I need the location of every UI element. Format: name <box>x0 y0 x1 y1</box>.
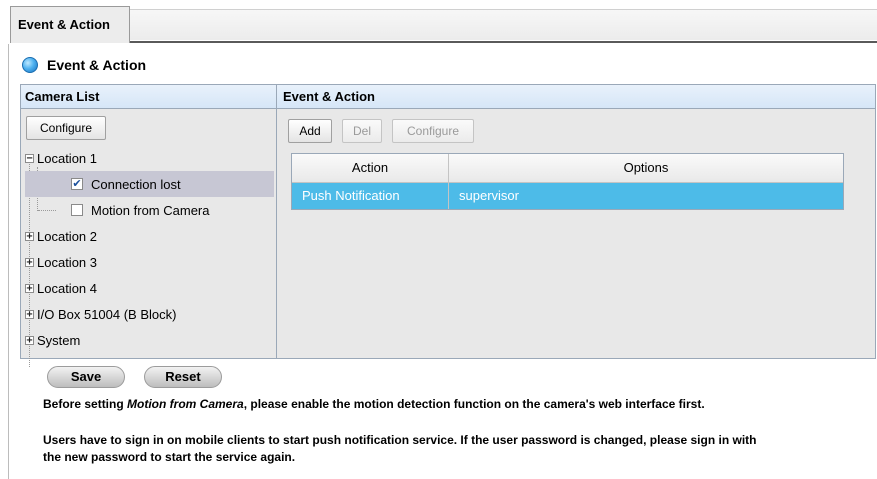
tab-bar: Event & Action <box>0 0 877 44</box>
tree-item-label: I/O Box 51004 (B Block) <box>37 306 177 322</box>
event-action-header: Event & Action <box>277 85 875 109</box>
column-header-action[interactable]: Action <box>292 154 449 182</box>
tree-item-label: Location 1 <box>37 150 97 166</box>
expand-icon[interactable]: + <box>25 231 34 241</box>
tab-event-action[interactable]: Event & Action <box>10 6 130 43</box>
checkbox-checked[interactable]: ✔ <box>71 178 83 190</box>
note-text: Before setting <box>43 397 128 411</box>
save-button[interactable]: Save <box>47 366 125 388</box>
event-configure-button[interactable]: Configure <box>392 119 474 143</box>
event-action-panel: Camera List Event & Action Configure − L… <box>20 84 876 367</box>
event-action-area: Add Del Configure Action Options Push No… <box>277 109 875 358</box>
tree-item-location-3[interactable]: + Location 3 <box>25 249 97 275</box>
tree-item-motion-from-camera[interactable]: Motion from Camera <box>71 197 209 223</box>
section-header: Event & Action <box>22 55 146 75</box>
table-row[interactable]: Push Notification supervisor <box>292 183 843 209</box>
expand-icon[interactable]: + <box>25 309 34 319</box>
camera-list-header: Camera List <box>21 85 277 109</box>
tree-item-location-1[interactable]: − Location 1 <box>25 145 97 171</box>
tree-item-location-4[interactable]: + Location 4 <box>25 275 97 301</box>
tree-item-label: Location 3 <box>37 254 97 270</box>
tree-connector <box>38 210 56 211</box>
checkbox-unchecked[interactable] <box>71 204 83 216</box>
tree-item-system[interactable]: + System <box>25 327 80 353</box>
push-note-line-1: Users have to sign in on mobile clients … <box>43 433 757 447</box>
tree-item-label: Location 4 <box>37 280 97 296</box>
collapse-icon[interactable]: − <box>25 153 34 163</box>
column-header-options[interactable]: Options <box>449 154 843 182</box>
delete-button[interactable]: Del <box>342 119 382 143</box>
tree-item-location-2[interactable]: + Location 2 <box>25 223 97 249</box>
tree-item-label: System <box>37 332 81 348</box>
tab-divider <box>130 41 877 43</box>
motion-note: Before setting Motion from Camera, pleas… <box>43 396 877 413</box>
expand-icon[interactable]: + <box>25 335 34 345</box>
tree-item-label: Motion from Camera <box>91 202 210 218</box>
tree-item-label: Connection lost <box>91 176 181 192</box>
camera-list-tree: Configure − Location 1 ✔ Connection lost… <box>21 109 277 367</box>
expand-icon[interactable]: + <box>25 283 34 293</box>
cell-options: supervisor <box>459 188 519 203</box>
tree-item-label: Location 2 <box>37 228 97 244</box>
note-text: , please enable the motion detection fun… <box>243 397 705 411</box>
reset-button[interactable]: Reset <box>144 366 222 388</box>
globe-icon <box>22 57 38 73</box>
tab-strip <box>130 9 877 40</box>
cell-action: Push Notification <box>292 183 449 209</box>
camera-configure-button[interactable]: Configure <box>26 116 106 140</box>
expand-icon[interactable]: + <box>25 257 34 267</box>
tree-item-io-box[interactable]: + I/O Box 51004 (B Block) <box>25 301 176 327</box>
grid-header: Action Options <box>292 154 843 183</box>
section-title: Event & Action <box>47 57 147 73</box>
add-button[interactable]: Add <box>288 119 332 143</box>
content-border <box>8 44 9 479</box>
note-emphasis: Motion from Camera <box>127 397 244 411</box>
push-note-line-2: the new password to start the service ag… <box>43 450 296 464</box>
event-action-grid: Action Options Push Notification supervi… <box>291 153 844 210</box>
tree-item-connection-lost[interactable]: ✔ Connection lost <box>71 171 181 197</box>
